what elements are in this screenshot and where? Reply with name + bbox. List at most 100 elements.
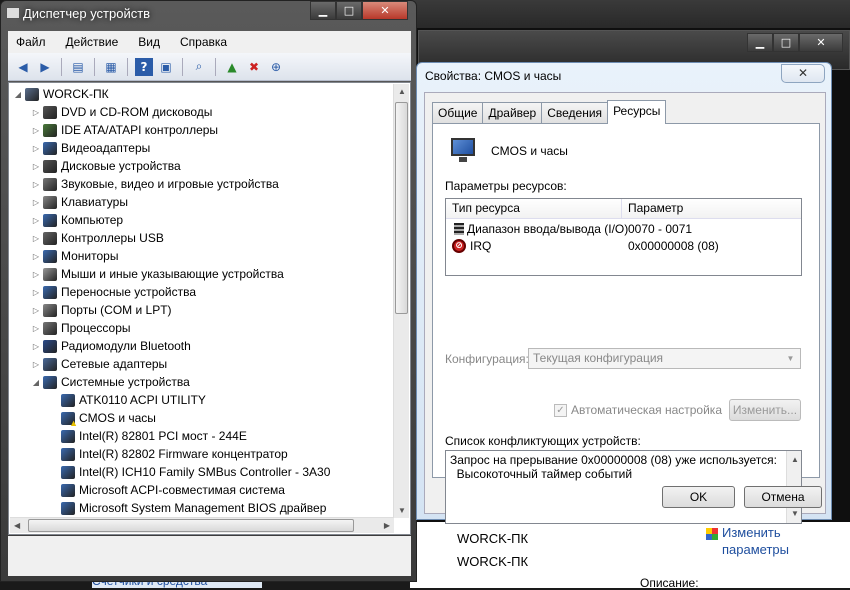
- expand-arrow-icon[interactable]: ▷: [31, 198, 41, 207]
- cancel-button[interactable]: Отмена: [744, 486, 822, 508]
- expand-arrow-icon[interactable]: ▷: [31, 360, 41, 369]
- tree-category[interactable]: ▷ Радиомодули Bluetooth: [31, 337, 191, 355]
- expand-arrow-icon[interactable]: ▷: [31, 144, 41, 153]
- tree-category[interactable]: ▷ Мыши и иные указывающие устройства: [31, 265, 284, 283]
- tab-details[interactable]: Сведения: [541, 102, 609, 123]
- ok-button[interactable]: OK: [662, 486, 735, 508]
- tree-label: DVD и CD-ROM дисководы: [61, 105, 213, 119]
- console-icon[interactable]: ▣: [157, 58, 175, 76]
- change-settings-button[interactable]: Изменить...: [729, 399, 801, 421]
- close-icon[interactable]: ✕: [781, 64, 825, 83]
- configuration-select[interactable]: Текущая конфигурация ▼: [528, 348, 801, 369]
- tree-category[interactable]: ▷ DVD и CD-ROM дисководы: [31, 103, 212, 121]
- tree-category[interactable]: ▷ Дисковые устройства: [31, 157, 181, 175]
- tree-label: Процессоры: [61, 321, 131, 335]
- tree-root[interactable]: ◢ WORCK-ПК: [13, 85, 109, 103]
- tree-label: Intel(R) 82801 PCI мост - 244E: [79, 429, 247, 443]
- tree-category[interactable]: ▷ Звуковые, видео и игровые устройства: [31, 175, 279, 193]
- scrollbar-thumb[interactable]: [28, 519, 354, 532]
- device-icon: [447, 136, 479, 164]
- menu-view[interactable]: Вид: [138, 35, 160, 49]
- tree-device[interactable]: Microsoft ACPI-совместимая система: [49, 481, 285, 499]
- collapse-arrow-icon[interactable]: ◢: [13, 90, 23, 99]
- expand-arrow-icon[interactable]: ▷: [31, 270, 41, 279]
- tree-category[interactable]: ▷ Мониторы: [31, 247, 119, 265]
- expand-arrow-icon[interactable]: ▷: [31, 216, 41, 225]
- tree-category[interactable]: ▷ Контроллеры USB: [31, 229, 164, 247]
- maximize-icon[interactable]: □: [336, 1, 362, 20]
- resource-param: 0x00000008 (08): [628, 239, 719, 253]
- control-panel-area: WORCK-ПК WORCK-ПК Изменить параметры Опи…: [410, 522, 850, 590]
- device-tree[interactable]: Remote Desktop Device Redirector BusMicr…: [8, 82, 411, 535]
- maximize-icon[interactable]: □: [773, 33, 799, 52]
- close-icon[interactable]: ✕: [362, 1, 408, 20]
- properties-icon[interactable]: ▤: [69, 58, 87, 76]
- collapse-arrow-icon[interactable]: ◢: [31, 378, 41, 387]
- tab-driver[interactable]: Драйвер: [482, 102, 543, 123]
- close-icon[interactable]: ✕: [799, 33, 843, 52]
- tree-label: Intel(R) 82802 Firmware концентратор: [79, 447, 288, 461]
- expand-arrow-icon[interactable]: ▷: [31, 288, 41, 297]
- tree-label: WORCK-ПК: [43, 87, 109, 101]
- tree-category[interactable]: ▷ Сетевые адаптеры: [31, 355, 167, 373]
- tree-category[interactable]: ▷ Переносные устройства: [31, 283, 196, 301]
- tree-device[interactable]: Intel(R) 82802 Firmware концентратор: [49, 445, 288, 463]
- tree-device[interactable]: ▲ CMOS и часы: [49, 409, 156, 428]
- expand-arrow-icon[interactable]: ▷: [31, 234, 41, 243]
- column-header-param[interactable]: Параметр: [622, 199, 801, 219]
- tree-category[interactable]: ▷ Компьютер: [31, 211, 123, 229]
- change-settings-link[interactable]: Изменить: [722, 525, 781, 540]
- expand-arrow-icon[interactable]: ▷: [31, 252, 41, 261]
- scrollbar-thumb[interactable]: [395, 102, 408, 314]
- update-driver-icon[interactable]: ▲: [223, 58, 241, 76]
- change-settings-link-2[interactable]: параметры: [722, 542, 789, 557]
- minimize-icon[interactable]: ▁: [747, 33, 773, 52]
- tab-resources[interactable]: Ресурсы: [607, 100, 667, 124]
- expand-arrow-icon[interactable]: ▷: [31, 342, 41, 351]
- tree-category[interactable]: ▷ Порты (COM и LPT): [31, 301, 172, 319]
- tree-category[interactable]: ▷ Процессоры: [31, 319, 131, 337]
- menu-action[interactable]: Действие: [66, 35, 119, 49]
- help-icon[interactable]: ?: [135, 57, 153, 76]
- expand-arrow-icon[interactable]: ▷: [31, 324, 41, 333]
- scroll-down-icon[interactable]: ▼: [398, 506, 406, 515]
- view-icon[interactable]: ▦: [102, 58, 120, 76]
- expand-arrow-icon[interactable]: ▷: [31, 180, 41, 189]
- scroll-left-icon[interactable]: ◀: [14, 521, 20, 530]
- scan-icon[interactable]: ⌕: [190, 58, 208, 76]
- tree-category[interactable]: ◢ Системные устройства: [31, 373, 190, 391]
- computer-name: WORCK-ПК: [457, 531, 529, 546]
- expand-arrow-icon[interactable]: ▷: [31, 162, 41, 171]
- tree-category[interactable]: ▷ IDE ATA/ATAPI контроллеры: [31, 121, 218, 139]
- scroll-right-icon[interactable]: ▶: [384, 521, 390, 530]
- column-header-type[interactable]: Тип ресурса: [446, 199, 622, 219]
- tree-device[interactable]: Microsoft System Management BIOS драйвер: [49, 499, 326, 517]
- tree-device[interactable]: ATK0110 ACPI UTILITY: [49, 391, 206, 409]
- menu-file[interactable]: Файл: [16, 35, 46, 49]
- auto-config-label: Автоматическая настройка: [571, 403, 722, 417]
- scroll-up-icon[interactable]: ▲: [398, 87, 406, 96]
- tree-device[interactable]: Intel(R) 82801 PCI мост - 244E: [49, 427, 247, 445]
- conflict-line: Запрос на прерывание 0x00000008 (08) уже…: [450, 453, 777, 467]
- scroll-up-icon[interactable]: ▲: [791, 453, 799, 467]
- tree-category[interactable]: ▷ Клавиатуры: [31, 193, 128, 211]
- device-icon: [61, 429, 75, 443]
- auto-config-checkbox[interactable]: ✓ Автоматическая настройка: [554, 403, 722, 417]
- horizontal-scrollbar[interactable]: ◀ ▶: [10, 517, 394, 533]
- menu-help[interactable]: Справка: [180, 35, 227, 49]
- expand-arrow-icon[interactable]: ▷: [31, 126, 41, 135]
- expand-arrow-icon[interactable]: ▷: [31, 306, 41, 315]
- tree-device[interactable]: Intel(R) ICH10 Family SMBus Controller -…: [49, 463, 330, 481]
- scroll-down-icon[interactable]: ▼: [791, 507, 799, 521]
- uninstall-icon[interactable]: ⊕: [267, 58, 285, 76]
- forward-icon[interactable]: ▶: [36, 58, 54, 76]
- back-icon[interactable]: ◀: [14, 58, 32, 76]
- expand-arrow-icon[interactable]: ▷: [31, 108, 41, 117]
- device-icon: [61, 393, 75, 407]
- tab-general[interactable]: Общие: [432, 102, 484, 123]
- vertical-scrollbar[interactable]: ▲ ▼: [393, 84, 409, 518]
- minimize-icon[interactable]: ▁: [310, 1, 336, 20]
- tree-category[interactable]: ▷ Видеоадаптеры: [31, 139, 150, 157]
- disable-icon[interactable]: ✖: [245, 58, 263, 76]
- warning-device-icon: ▲: [61, 411, 78, 428]
